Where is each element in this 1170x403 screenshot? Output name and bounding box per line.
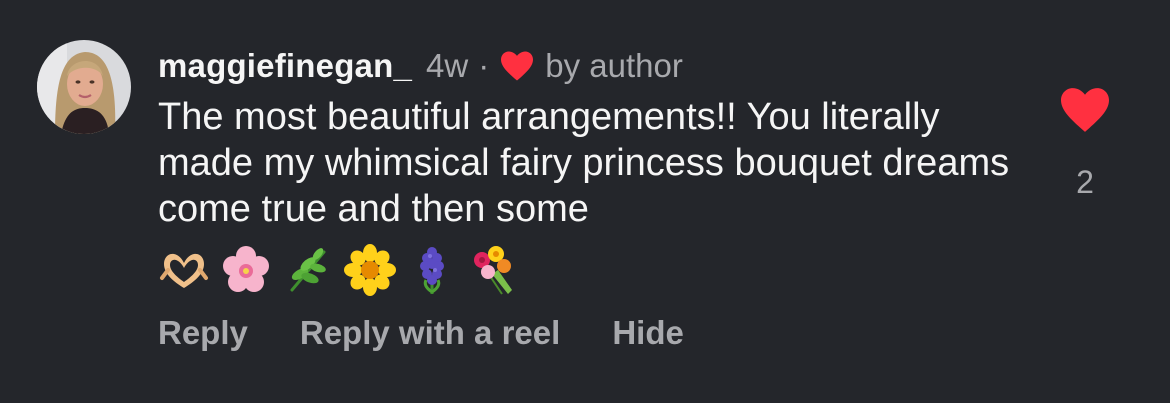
heart-hands-emoji (158, 244, 210, 296)
like-heart-icon[interactable] (1058, 86, 1112, 134)
bouquet-emoji (468, 244, 520, 296)
username[interactable]: maggiefinegan_ (158, 47, 412, 85)
comment: maggiefinegan_ 4w · by author The most b… (0, 0, 1170, 403)
hide-button[interactable]: Hide (612, 314, 684, 352)
herb-emoji (282, 244, 334, 296)
liked-by-author-heart-icon (499, 50, 535, 82)
cherry-blossom-emoji (220, 244, 272, 296)
avatar[interactable] (37, 40, 131, 134)
reply-button[interactable]: Reply (158, 314, 248, 352)
timestamp: 4w (426, 47, 469, 84)
emoji-row (158, 242, 1038, 298)
comment-actions: Reply Reply with a reel Hide (158, 314, 684, 352)
liked-by-author-label: by author (545, 47, 683, 84)
comment-body: maggiefinegan_ 4w · by author The most b… (158, 40, 1038, 298)
reply-with-reel-button[interactable]: Reply with a reel (300, 314, 560, 352)
separator-dot: · (478, 47, 490, 84)
comment-text: The most beautiful arrangements!! You li… (158, 96, 1010, 230)
sunflower-emoji (344, 244, 396, 296)
like-count: 2 (1076, 164, 1094, 200)
comment-meta: maggiefinegan_ 4w · by author (158, 40, 1038, 92)
hyacinth-emoji (406, 244, 458, 296)
